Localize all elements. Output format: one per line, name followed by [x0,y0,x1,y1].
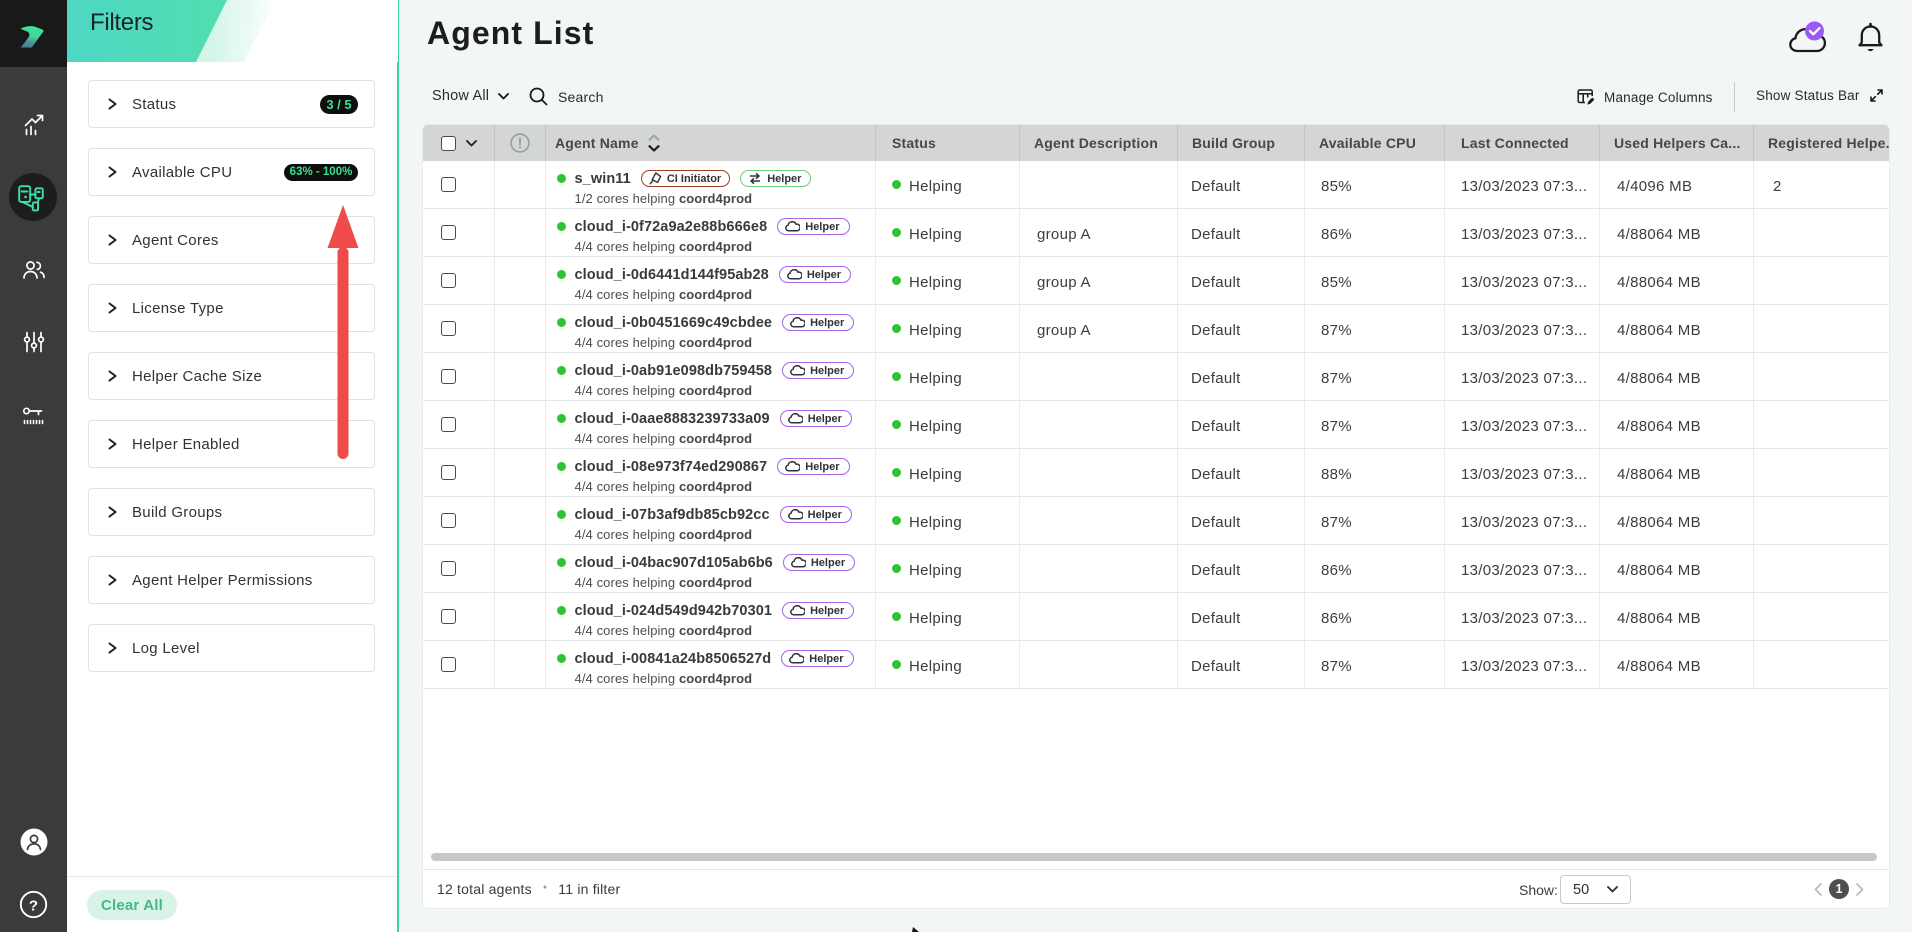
svg-text:?: ? [29,898,38,915]
